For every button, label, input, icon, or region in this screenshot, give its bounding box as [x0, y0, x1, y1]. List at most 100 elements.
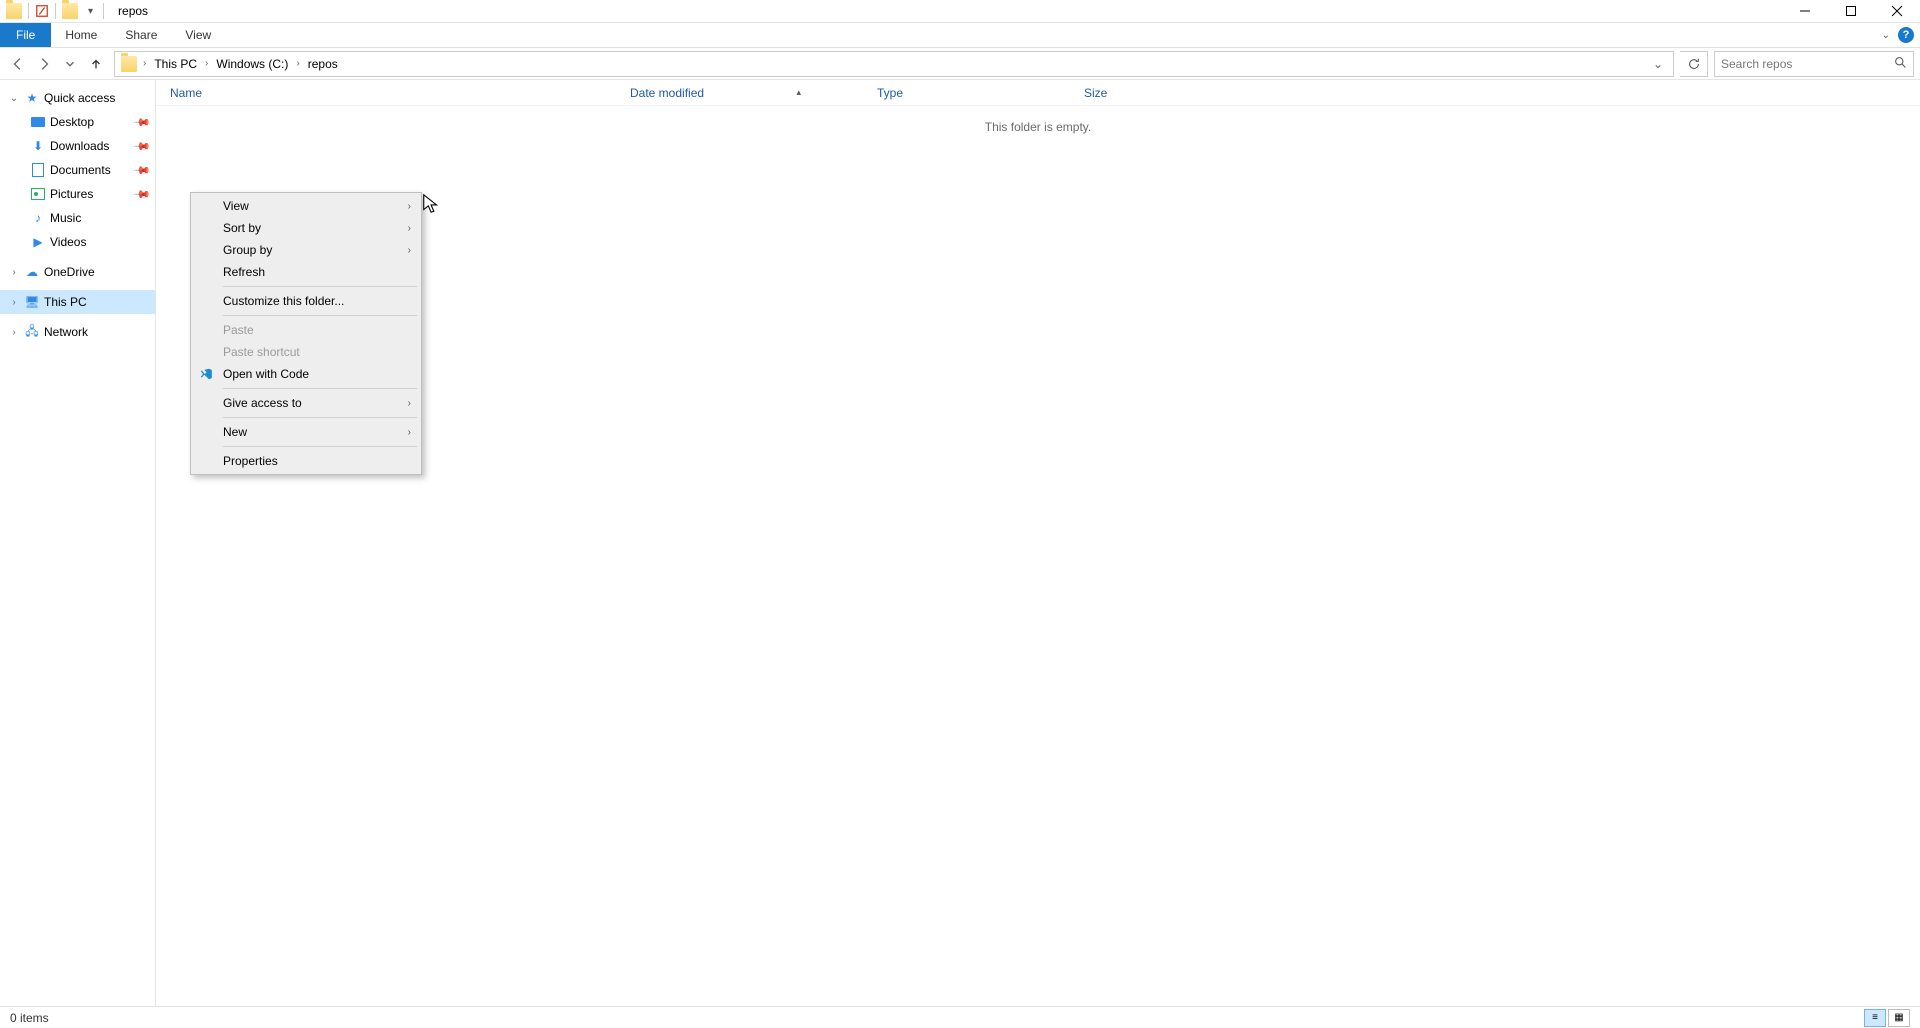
chevron-right-icon[interactable]: ›: [294, 52, 301, 76]
videos-icon: ▶: [30, 234, 46, 250]
sidebar-item-documents[interactable]: Documents 📌: [0, 158, 155, 182]
tab-home[interactable]: Home: [51, 23, 111, 47]
folder-icon: [6, 3, 22, 19]
sidebar-item-desktop[interactable]: Desktop 📌: [0, 110, 155, 134]
menu-new[interactable]: New ›: [193, 421, 419, 443]
crumb-this-pc[interactable]: This PC: [148, 52, 203, 76]
up-button[interactable]: [84, 52, 108, 76]
refresh-button[interactable]: [1680, 51, 1708, 77]
menu-label: Customize this folder...: [223, 294, 344, 308]
address-history-caret[interactable]: ⌄: [1645, 52, 1671, 76]
minimize-button[interactable]: [1782, 0, 1828, 23]
sort-asc-icon: ▴: [796, 87, 801, 98]
crumb-c-drive[interactable]: Windows (C:): [210, 52, 294, 76]
search-icon[interactable]: [1894, 56, 1907, 72]
menu-sort-by[interactable]: Sort by ›: [193, 217, 419, 239]
help-icon[interactable]: ?: [1898, 27, 1914, 43]
menu-view[interactable]: View›: [193, 195, 419, 217]
menu-label: Properties: [223, 454, 278, 468]
menu-separator: [223, 315, 417, 316]
cloud-icon: ☁: [24, 264, 40, 280]
menu-label: Sort by: [223, 221, 261, 235]
column-type[interactable]: Type: [863, 80, 1070, 105]
chevron-right-icon[interactable]: ›: [8, 327, 20, 338]
sidebar-network[interactable]: › 🖧 Network: [0, 320, 155, 344]
menu-separator: [223, 286, 417, 287]
separator: [55, 3, 56, 19]
maximize-button[interactable]: [1828, 0, 1874, 23]
chevron-right-icon[interactable]: ›: [8, 297, 20, 308]
menu-paste-shortcut: Paste shortcut: [193, 341, 419, 363]
column-headers: Name ▴ Date modified Type Size: [156, 80, 1920, 106]
sidebar-item-label: This PC: [44, 295, 155, 309]
pin-icon: 📌: [133, 161, 152, 180]
chevron-down-icon[interactable]: ⌄: [8, 93, 20, 104]
large-icons-view-button[interactable]: ▦: [1888, 1009, 1910, 1027]
chevron-right-icon: ›: [408, 223, 411, 234]
menu-open-with-code[interactable]: Open with Code: [193, 363, 419, 385]
tab-share[interactable]: Share: [111, 23, 171, 47]
close-button[interactable]: [1874, 0, 1920, 23]
window-title: repos: [110, 4, 148, 18]
sidebar-item-pictures[interactable]: Pictures 📌: [0, 182, 155, 206]
quick-access[interactable]: ⌄ ★ Quick access: [0, 86, 155, 110]
qat-customize-caret[interactable]: ▾: [84, 6, 97, 17]
menu-group-by[interactable]: Group by ›: [193, 239, 419, 261]
view-switcher: ≡ ▦: [1864, 1009, 1910, 1027]
menu-paste: Paste: [193, 319, 419, 341]
chevron-right-icon[interactable]: ›: [141, 52, 148, 76]
menu-customize[interactable]: Customize this folder...: [193, 290, 419, 312]
status-item-count: 0 items: [10, 1011, 49, 1025]
ribbon-collapse-caret[interactable]: ⌄: [1882, 30, 1890, 41]
menu-properties[interactable]: Properties: [193, 450, 419, 472]
search-box[interactable]: [1714, 51, 1914, 77]
menu-label: View: [223, 199, 249, 213]
menu-label: Paste shortcut: [223, 345, 300, 359]
sidebar-item-label: OneDrive: [44, 265, 155, 279]
chevron-right-icon: ›: [408, 245, 411, 256]
column-size[interactable]: Size: [1070, 80, 1202, 105]
forward-button[interactable]: [32, 52, 56, 76]
menu-label: New: [223, 425, 247, 439]
menu-give-access-to[interactable]: Give access to›: [193, 392, 419, 414]
qat-properties-icon[interactable]: [35, 4, 49, 18]
pin-icon: 📌: [133, 137, 152, 156]
search-input[interactable]: [1721, 57, 1894, 71]
column-name[interactable]: Name ▴: [156, 80, 616, 105]
chevron-right-icon[interactable]: ›: [203, 52, 210, 76]
sidebar-onedrive[interactable]: › ☁ OneDrive: [0, 260, 155, 284]
quick-access-label: Quick access: [44, 91, 155, 105]
vscode-icon: [198, 366, 214, 382]
chevron-right-icon[interactable]: ›: [8, 267, 20, 278]
sidebar-item-label: Music: [50, 211, 155, 225]
menu-refresh[interactable]: Refresh: [193, 261, 419, 283]
desktop-icon: [30, 114, 46, 130]
recent-locations-caret[interactable]: [58, 52, 82, 76]
sidebar-item-videos[interactable]: ▶ Videos: [0, 230, 155, 254]
empty-folder-text: This folder is empty.: [156, 106, 1920, 134]
sidebar-item-downloads[interactable]: ⬇ Downloads 📌: [0, 134, 155, 158]
navigation-pane: ⌄ ★ Quick access Desktop 📌 ⬇ Downloads 📌…: [0, 80, 156, 1006]
menu-label: Give access to: [223, 396, 302, 410]
title-bar: ▾ repos: [0, 0, 1920, 23]
file-tab[interactable]: File: [0, 23, 51, 47]
sidebar-this-pc[interactable]: › 🖥 This PC: [0, 290, 155, 314]
qat-newfolder-icon[interactable]: [62, 3, 78, 19]
chevron-right-icon: ›: [408, 427, 411, 438]
sidebar-item-label: Desktop: [50, 115, 131, 129]
crumb-repos[interactable]: repos: [302, 52, 344, 76]
address-bar[interactable]: › This PC › Windows (C:) › repos ⌄: [114, 51, 1674, 77]
menu-separator: [223, 417, 417, 418]
quick-access-toolbar: ▾ repos: [0, 3, 148, 19]
menu-separator: [223, 388, 417, 389]
sidebar-item-label: Pictures: [50, 187, 131, 201]
details-view-button[interactable]: ≡: [1864, 1009, 1886, 1027]
column-date[interactable]: Date modified: [616, 80, 863, 105]
tab-view[interactable]: View: [171, 23, 225, 47]
separator: [103, 3, 104, 19]
sidebar-item-music[interactable]: ♪ Music: [0, 206, 155, 230]
back-button[interactable]: [6, 52, 30, 76]
sidebar-item-label: Downloads: [50, 139, 131, 153]
pc-icon: 🖥: [24, 294, 40, 310]
menu-label: Group by: [223, 243, 272, 257]
